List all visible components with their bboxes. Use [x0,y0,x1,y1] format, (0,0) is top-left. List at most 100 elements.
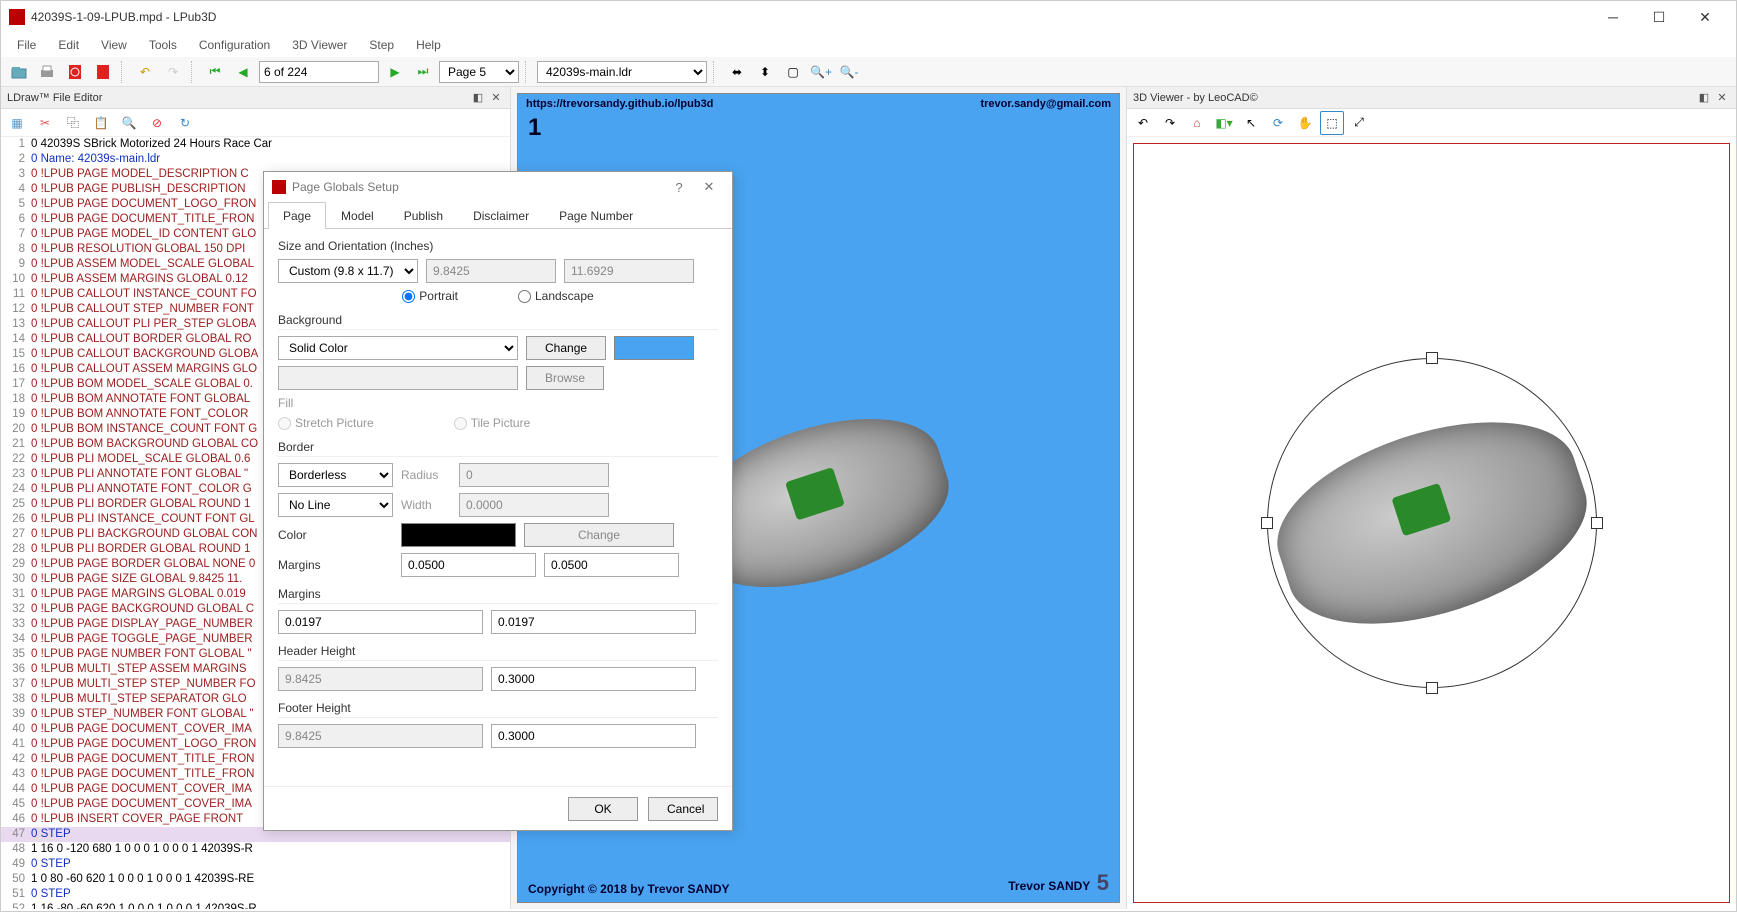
close-button[interactable]: ✕ [1682,1,1728,33]
handle-right[interactable] [1591,517,1603,529]
radius-input [459,463,609,487]
viewer-canvas[interactable] [1133,143,1730,903]
handle-left[interactable] [1261,517,1273,529]
float-icon[interactable]: ◧ [470,90,486,106]
bg-change-button[interactable]: Change [526,336,606,360]
page-email: trevor.sandy@gmail.com [980,98,1111,110]
home-icon[interactable]: ⌂ [1185,111,1209,135]
editor-toolbar: ▦ ✂ ⿻ 📋 🔍 ⊘ ↻ [1,109,510,137]
bg-color-swatch[interactable] [614,336,694,360]
copy-icon[interactable]: ⿻ [61,111,85,135]
refresh-icon[interactable]: ↻ [173,111,197,135]
rotate-icon[interactable]: ⟳ [1266,111,1290,135]
margins-label: Margins [278,558,393,572]
tab-model[interactable]: Model [326,202,389,229]
dialog-titlebar[interactable]: Page Globals Setup ? ✕ [264,172,732,202]
model-select[interactable]: 42039s-main.ldr [537,61,707,83]
margins2-label: Margins [278,587,718,604]
size-select[interactable]: Custom (9.8 x 11.7) [278,259,418,283]
dialog-tabs: Page Model Publish Disclaimer Page Numbe… [264,202,732,229]
width-label: Width [401,498,451,512]
close-panel-icon[interactable]: ✕ [488,90,504,106]
width-input [426,259,556,283]
border-width-input [459,493,609,517]
cancel-button[interactable]: Cancel [648,797,718,821]
actual-size-icon[interactable]: ▢ [781,60,805,84]
cube-icon[interactable]: ◧▾ [1212,111,1236,135]
menu-configuration[interactable]: Configuration [189,35,280,55]
viewer-title: 3D Viewer - by LeoCAD© [1133,92,1258,104]
menu-tools[interactable]: Tools [139,35,187,55]
menu-help[interactable]: Help [406,35,451,55]
bg-browse-button: Browse [526,366,604,390]
portrait-radio[interactable]: Portrait [402,289,458,303]
menu-file[interactable]: File [7,35,46,55]
delete-icon[interactable]: ⊘ [145,111,169,135]
margin3-input[interactable] [278,610,483,634]
print-icon[interactable] [35,60,59,84]
dialog-help-icon[interactable]: ? [664,180,694,195]
cut-icon[interactable]: ✂ [33,111,57,135]
menu-edit[interactable]: Edit [48,35,89,55]
last-page-icon[interactable]: ⏭ [411,60,435,84]
prev-page-icon[interactable]: ◀ [231,60,255,84]
tab-page-number[interactable]: Page Number [544,202,648,229]
handle-bottom[interactable] [1426,682,1438,694]
border-label: Border [278,440,718,457]
page-select[interactable]: Page 5 [439,61,519,83]
dialog-close-icon[interactable]: ✕ [694,179,724,195]
find-icon[interactable]: 🔍 [117,111,141,135]
dialog-icon [272,180,286,194]
redo-icon[interactable]: ↷ [161,60,185,84]
menu-step[interactable]: Step [359,35,404,55]
margin4-input[interactable] [491,610,696,634]
viewer-close-icon[interactable]: ✕ [1714,90,1730,106]
border-select[interactable]: Borderless [278,463,393,487]
bg-label: Background [278,313,718,330]
zoom-extents-icon[interactable]: ⤢ [1347,111,1371,135]
page-of-input[interactable] [259,61,379,83]
menu-3dviewer[interactable]: 3D Viewer [282,35,357,55]
tab-page[interactable]: Page [268,202,326,229]
dialog-title: Page Globals Setup [292,180,399,194]
menu-view[interactable]: View [91,35,137,55]
ok-button[interactable]: OK [568,797,638,821]
zoom-in-icon[interactable]: 🔍+ [809,60,833,84]
fill-label: Fill [278,396,718,410]
tab-disclaimer[interactable]: Disclaimer [458,202,544,229]
undo-icon[interactable]: ↶ [133,60,157,84]
zoom-out-icon[interactable]: 🔍- [837,60,861,84]
open-icon[interactable] [7,60,31,84]
zoom-region-icon[interactable]: ⬚ [1320,111,1344,135]
pdf-icon[interactable] [91,60,115,84]
fit-width-icon[interactable]: ⬌ [725,60,749,84]
pan-icon[interactable]: ✋ [1293,111,1317,135]
pdf-preview-icon[interactable] [63,60,87,84]
handle-top[interactable] [1426,352,1438,364]
margin2-input[interactable] [544,553,679,577]
viewer-float-icon[interactable]: ◧ [1696,90,1712,106]
vredo-icon[interactable]: ↷ [1158,111,1182,135]
hh2-input[interactable] [491,667,696,691]
fh2-input[interactable] [491,724,696,748]
tab-publish[interactable]: Publish [389,202,458,229]
page-url: https://trevorsandy.github.io/lpub3d [526,98,713,110]
margin1-input[interactable] [401,553,536,577]
maximize-button[interactable]: ☐ [1636,1,1682,33]
paste-icon[interactable]: 📋 [89,111,113,135]
pointer-icon[interactable]: ↖ [1239,111,1263,135]
select-all-icon[interactable]: ▦ [5,111,29,135]
next-page-icon[interactable]: ▶ [383,60,407,84]
editor-header: LDraw™ File Editor ◧ ✕ [1,87,510,109]
fit-page-icon[interactable]: ⬍ [753,60,777,84]
stretch-radio: Stretch Picture [278,416,374,430]
border-color-swatch [401,523,516,547]
first-page-icon[interactable]: ⏮ [203,60,227,84]
landscape-radio[interactable]: Landscape [518,289,594,303]
bg-select[interactable]: Solid Color [278,336,518,360]
line-select[interactable]: No Line [278,493,393,517]
page-copyright: Copyright © 2018 by Trevor SANDY [528,882,730,896]
vundo-icon[interactable]: ↶ [1131,111,1155,135]
page-number: 5 [1097,870,1109,895]
minimize-button[interactable]: ─ [1590,1,1636,33]
